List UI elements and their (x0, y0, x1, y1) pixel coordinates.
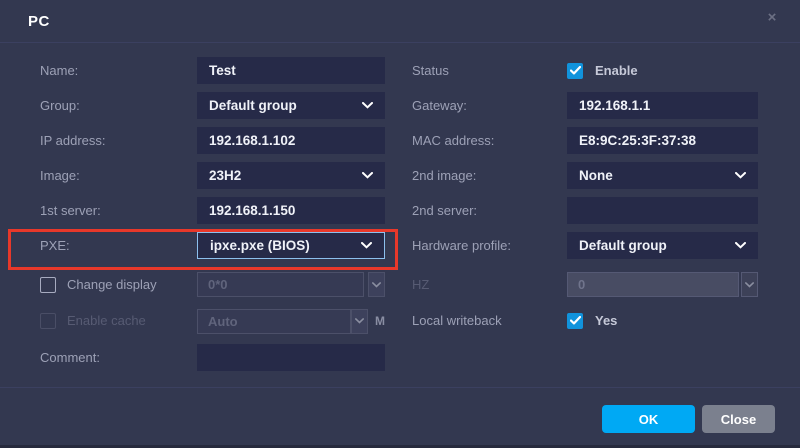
row-image2: 2nd image: None (412, 162, 758, 189)
mac-label: MAC address: (412, 133, 567, 148)
change-display-label: Change display (67, 277, 157, 292)
ok-button[interactable]: OK (602, 405, 695, 433)
pc-dialog: PC × Name: Group: Default group IP addre… (0, 0, 800, 448)
status-checkbox-label: Enable (595, 63, 638, 78)
row-hz: HZ 0 (412, 271, 758, 298)
chevron-down-icon (368, 272, 385, 297)
dialog-footer: OK Close (0, 387, 800, 433)
pxe-select[interactable]: ipxe.pxe (BIOS) (197, 232, 385, 259)
gateway-label: Gateway: (412, 98, 567, 113)
hz-select-disabled: 0 (567, 272, 758, 297)
server2-label: 2nd server: (412, 203, 567, 218)
image-select[interactable]: 23H2 (197, 162, 385, 189)
hw-profile-select[interactable]: Default group (567, 232, 758, 259)
pxe-label: PXE: (40, 238, 197, 253)
enable-cache-checkbox (40, 313, 56, 329)
hz-label: HZ (412, 277, 567, 292)
row-name: Name: (40, 57, 385, 84)
enable-cache-label: Enable cache (67, 313, 146, 328)
status-label: Status (412, 63, 567, 78)
row-comment: Comment: (40, 344, 385, 371)
local-writeback-checkbox[interactable] (567, 313, 583, 329)
gateway-input[interactable] (567, 92, 758, 119)
close-button[interactable]: Close (702, 405, 775, 433)
chevron-down-icon (362, 102, 373, 109)
local-writeback-label: Local writeback (412, 313, 567, 328)
server1-label: 1st server: (40, 203, 197, 218)
row-group: Group: Default group (40, 92, 385, 119)
comment-label: Comment: (40, 350, 197, 365)
image2-label: 2nd image: (412, 168, 567, 183)
mac-input[interactable] (567, 127, 758, 154)
cache-select-disabled: Auto (197, 309, 368, 334)
image2-select[interactable]: None (567, 162, 758, 189)
row-ip: IP address: (40, 127, 385, 154)
change-display-checkbox[interactable] (40, 277, 56, 293)
name-input[interactable] (197, 57, 385, 84)
row-image: Image: 23H2 (40, 162, 385, 189)
status-checkbox[interactable] (567, 63, 583, 79)
row-server1: 1st server: (40, 197, 385, 224)
chevron-down-icon (735, 172, 746, 179)
row-hw-profile: Hardware profile: Default group (412, 232, 758, 259)
row-enable-cache: Enable cache Auto M (40, 307, 385, 334)
row-gateway: Gateway: (412, 92, 758, 119)
hw-profile-label: Hardware profile: (412, 238, 567, 253)
row-pxe: PXE: ipxe.pxe (BIOS) (40, 232, 385, 259)
local-writeback-checkbox-label: Yes (595, 313, 617, 328)
form-column-right: Status Enable Gateway: MAC address: 2nd … (412, 57, 758, 342)
group-select[interactable]: Default group (197, 92, 385, 119)
dialog-title: PC (28, 13, 50, 30)
chevron-down-icon (735, 242, 746, 249)
chevron-down-icon (362, 172, 373, 179)
close-icon[interactable]: × (762, 8, 782, 28)
ip-input[interactable] (197, 127, 385, 154)
form-column-left: Name: Group: Default group IP address: I… (40, 57, 385, 379)
chevron-down-icon (361, 242, 372, 249)
row-change-display: Change display 0*0 (40, 271, 385, 298)
resolution-select-disabled: 0*0 (197, 272, 385, 297)
ip-label: IP address: (40, 133, 197, 148)
server2-input[interactable] (567, 197, 758, 224)
group-label: Group: (40, 98, 197, 113)
comment-input[interactable] (197, 344, 385, 371)
row-status: Status Enable (412, 57, 758, 84)
dialog-header: PC (0, 0, 800, 43)
cache-unit-label: M (375, 314, 385, 328)
name-label: Name: (40, 63, 197, 78)
row-local-writeback: Local writeback Yes (412, 307, 758, 334)
chevron-down-icon (741, 272, 758, 297)
image-label: Image: (40, 168, 197, 183)
server1-input[interactable] (197, 197, 385, 224)
row-mac: MAC address: (412, 127, 758, 154)
chevron-down-icon (351, 309, 368, 334)
row-server2: 2nd server: (412, 197, 758, 224)
